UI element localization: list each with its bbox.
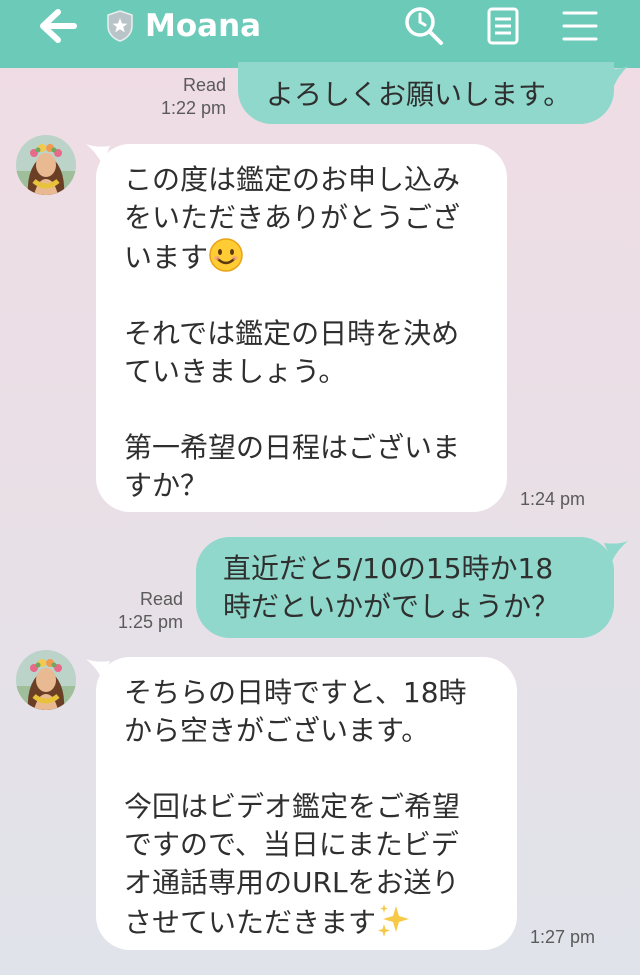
message-status: Read 1:22 pm — [120, 74, 226, 120]
message-line: います — [124, 237, 507, 277]
back-arrow-icon — [40, 9, 77, 43]
menu-icon — [562, 11, 598, 41]
read-receipt: Read — [139, 589, 183, 609]
message-line: それでは鑑定の日時を決め — [124, 317, 460, 350]
message-line: オ通話専用のURLをお送り — [124, 866, 460, 899]
message-line: から空きがございます。 — [124, 714, 430, 747]
search-icon — [405, 7, 443, 45]
notes-button[interactable] — [478, 0, 528, 52]
incoming-message[interactable]: この度は鑑定のお申し込み をいただきありがとうござ います それでは鑑定の日時を… — [96, 144, 507, 512]
outgoing-message[interactable]: よろしくお願いします。 — [238, 62, 614, 124]
message-line — [124, 750, 517, 788]
smiling-face-emoji — [209, 238, 243, 272]
message-line — [124, 277, 507, 315]
avatar[interactable] — [16, 135, 76, 195]
bubble-tail — [604, 541, 628, 561]
back-button[interactable] — [30, 0, 86, 52]
incoming-message[interactable]: そちらの日時ですと、18時 から空きがございます。 今回はビデオ鑑定をご希望 で… — [96, 657, 517, 950]
message-line — [124, 391, 507, 429]
sparkles-emoji — [378, 904, 410, 937]
message-line: 第一希望の日程はございま — [124, 431, 461, 464]
menu-button[interactable] — [556, 0, 604, 52]
bubble-tail — [606, 66, 628, 86]
chat-title: Moana — [145, 8, 262, 44]
message-line: ですので、当日にまたビデ — [124, 828, 459, 861]
message-line: 今回はビデオ鑑定をご希望 — [124, 790, 461, 823]
outgoing-message[interactable]: 直近だと5/10の15時か18 時だといかがでしょうか？ — [196, 537, 614, 638]
avatar[interactable] — [16, 650, 76, 710]
shield-star-icon — [104, 0, 136, 52]
message-text: よろしくお願いします。 — [266, 78, 572, 111]
message-time: 1:27 pm — [530, 927, 596, 947]
search-button[interactable] — [398, 0, 450, 52]
message-time: 1:25 pm — [117, 612, 183, 632]
message-time: 1:24 pm — [520, 489, 586, 509]
message-line: すか？ — [124, 469, 209, 502]
message-line: させていただきます — [124, 902, 517, 942]
message-line: この度は鑑定のお申し込み — [124, 163, 461, 196]
message-line: ていきましょう。 — [124, 355, 347, 388]
read-receipt: Read — [182, 75, 226, 95]
chat-header: Moana — [0, 0, 640, 68]
message-status: Read 1:25 pm — [80, 588, 183, 634]
message-line: 直近だと5/10の15時か18 — [223, 552, 554, 585]
message-line: そちらの日時ですと、18時 — [124, 676, 467, 709]
message-time: 1:22 pm — [160, 98, 226, 118]
message-line: 時だといかがでしょうか？ — [223, 590, 560, 623]
message-line: をいただきありがとうござ — [124, 201, 461, 234]
notes-icon — [487, 7, 519, 45]
